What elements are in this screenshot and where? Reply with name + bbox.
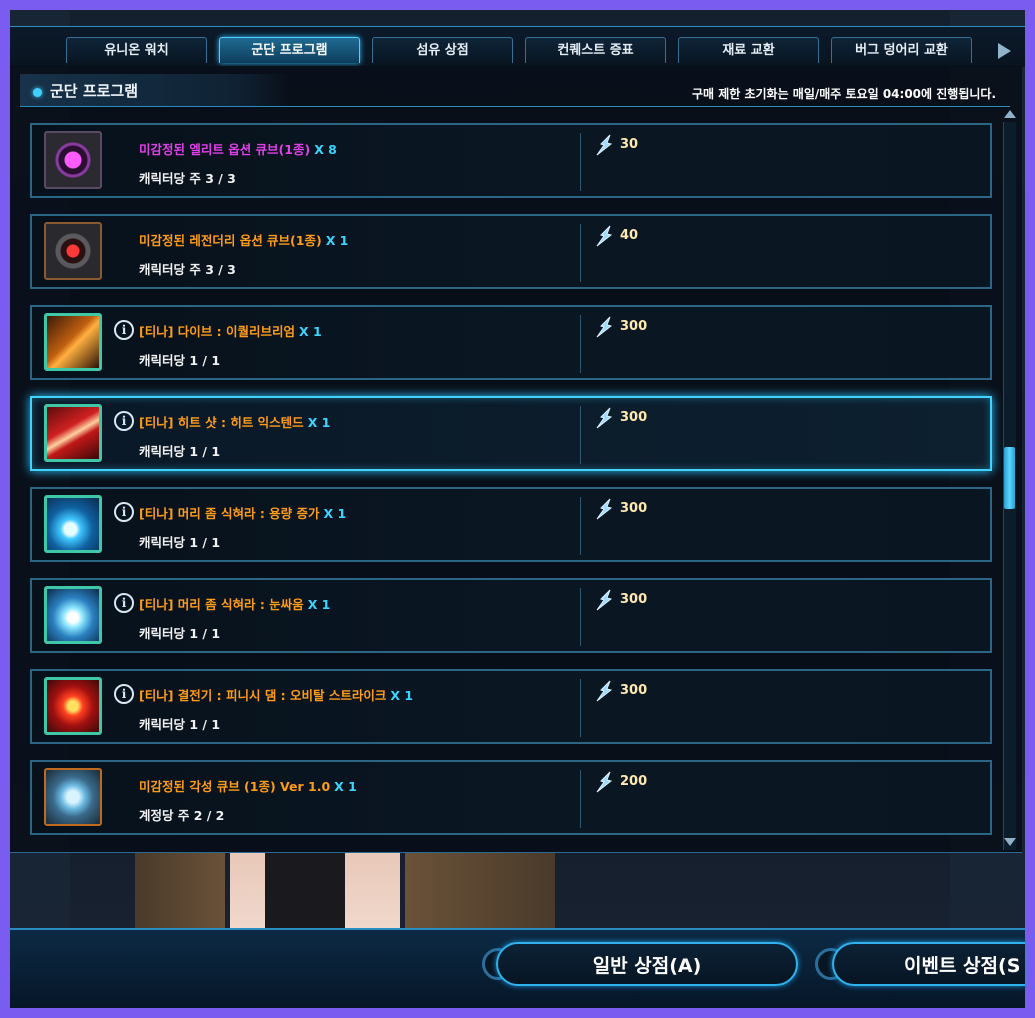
skill-dive-icon xyxy=(44,313,102,371)
character-backdrop xyxy=(135,853,555,928)
shop-item-row[interactable]: i [티나] 머리 좀 식혀라 : 용량 증가 X 1 캐릭터당 1 / 1 30… xyxy=(30,487,992,562)
section-title: 군단 프로그램 xyxy=(50,82,139,100)
reset-notice: 구매 제한 초기화는 매일/매주 토요일 04:00에 진행됩니다. xyxy=(691,87,996,101)
info-icon[interactable]: i xyxy=(114,320,134,340)
item-name: 미감정된 엘리트 옵션 큐브(1종) X 8 xyxy=(139,142,337,157)
skill-snowball-icon xyxy=(44,586,102,644)
shop-item-row[interactable]: i [티나] 결전기 : 피니시 댐 : 오비탈 스트라이크 X 1 캐릭터당 1… xyxy=(30,669,992,744)
tab-material-exchange[interactable]: 재료 교환 xyxy=(678,37,819,63)
general-shop-button[interactable]: 일반 상점(A) xyxy=(496,942,798,986)
shop-item-row[interactable]: 미감정된 각성 큐브 (1종) Ver 1.0 X 1 계정당 주 2 / 2 2… xyxy=(30,760,992,835)
shop-tab-bar: 유니온 워치 군단 프로그램 섬유 상점 컨퀘스트 증표 재료 교환 버그 덩어… xyxy=(10,26,1025,67)
item-purchase-limit: 캐릭터당 1 / 1 xyxy=(139,353,221,368)
row-divider xyxy=(580,588,581,646)
item-name: 미감정된 레전더리 옵션 큐브(1종) X 1 xyxy=(139,233,349,248)
item-price: 300 xyxy=(620,319,648,334)
currency-icon xyxy=(596,225,613,247)
tab-legion-program[interactable]: 군단 프로그램 xyxy=(219,37,360,63)
section-bullet-icon xyxy=(33,88,42,97)
section-divider xyxy=(20,106,1010,107)
item-name: 미감정된 각성 큐브 (1종) Ver 1.0 X 1 xyxy=(139,779,357,794)
item-price: 300 xyxy=(620,683,648,698)
event-shop-button[interactable]: 이벤트 상점(S xyxy=(832,942,1025,986)
row-divider xyxy=(580,406,581,464)
shop-item-row[interactable]: 미감정된 레전더리 옵션 큐브(1종) X 1 캐릭터당 주 3 / 3 40 xyxy=(30,214,992,289)
item-purchase-limit: 캐릭터당 1 / 1 xyxy=(139,535,221,550)
currency-icon xyxy=(596,134,613,156)
item-price: 300 xyxy=(620,410,648,425)
info-icon[interactable]: i xyxy=(114,411,134,431)
shop-item-row[interactable]: i [티나] 다이브 : 이퀄리브리엄 X 1 캐릭터당 1 / 1 300 xyxy=(30,305,992,380)
item-name: [티나] 머리 좀 식혀라 : 눈싸움 X 1 xyxy=(139,597,331,612)
shop-item-row[interactable]: 미감정된 엘리트 옵션 큐브(1종) X 8 캐릭터당 주 3 / 3 30 xyxy=(30,123,992,198)
skill-orbital-strike-icon xyxy=(44,677,102,735)
item-purchase-limit: 캐릭터당 1 / 1 xyxy=(139,626,221,641)
shop-item-row[interactable]: i [티나] 히트 샷 : 히트 익스텐드 X 1 캐릭터당 1 / 1 300 xyxy=(30,396,992,471)
scroll-up-arrow-icon[interactable] xyxy=(1004,110,1016,118)
item-price: 300 xyxy=(620,501,648,516)
currency-icon xyxy=(596,498,613,520)
tab-conquest-token[interactable]: 컨퀘스트 증표 xyxy=(525,37,666,63)
legendary-cube-icon xyxy=(44,222,102,280)
item-name: [티나] 히트 샷 : 히트 익스텐드 X 1 xyxy=(139,415,331,430)
elite-cube-icon xyxy=(44,131,102,189)
currency-icon xyxy=(596,771,613,793)
item-price: 300 xyxy=(620,592,648,607)
item-price: 40 xyxy=(620,228,639,243)
currency-icon xyxy=(596,589,613,611)
currency-icon xyxy=(596,680,613,702)
scrollbar-thumb[interactable] xyxy=(1004,447,1015,509)
item-price: 200 xyxy=(620,774,648,789)
item-purchase-limit: 캐릭터당 주 3 / 3 xyxy=(139,171,236,186)
tab-union-watch[interactable]: 유니온 워치 xyxy=(66,37,207,63)
item-purchase-limit: 캐릭터당 1 / 1 xyxy=(139,444,221,459)
info-icon[interactable]: i xyxy=(114,684,134,704)
item-name: [티나] 다이브 : 이퀄리브리엄 X 1 xyxy=(139,324,322,339)
item-purchase-limit: 계정당 주 2 / 2 xyxy=(139,808,225,823)
currency-icon xyxy=(596,407,613,429)
shop-panel: 군단 프로그램 구매 제한 초기화는 매일/매주 토요일 04:00에 진행됩니… xyxy=(10,66,1022,853)
row-divider xyxy=(580,679,581,737)
row-divider xyxy=(580,770,581,828)
skill-heat-shot-icon xyxy=(44,404,102,462)
row-divider xyxy=(580,224,581,282)
skill-cool-head-icon xyxy=(44,495,102,553)
row-divider xyxy=(580,315,581,373)
awakening-cube-icon xyxy=(44,768,102,826)
scroll-down-arrow-icon[interactable] xyxy=(1004,838,1016,846)
tab-bug-chunk-exchange[interactable]: 버그 덩어리 교환 xyxy=(831,37,972,63)
item-purchase-limit: 캐릭터당 1 / 1 xyxy=(139,717,221,732)
item-name: [티나] 머리 좀 식혀라 : 용량 증가 X 1 xyxy=(139,506,347,521)
row-divider xyxy=(580,497,581,555)
tab-next-arrow-icon[interactable] xyxy=(998,43,1011,59)
item-purchase-limit: 캐릭터당 주 3 / 3 xyxy=(139,262,236,277)
item-name: [티나] 결전기 : 피니시 댐 : 오비탈 스트라이크 X 1 xyxy=(139,688,414,703)
item-price: 30 xyxy=(620,137,639,152)
info-icon[interactable]: i xyxy=(114,502,134,522)
tab-fiber-shop[interactable]: 섬유 상점 xyxy=(372,37,513,63)
shop-item-row[interactable]: i [티나] 머리 좀 식혀라 : 눈싸움 X 1 캐릭터당 1 / 1 300 xyxy=(30,578,992,653)
info-icon[interactable]: i xyxy=(114,593,134,613)
row-divider xyxy=(580,133,581,191)
currency-icon xyxy=(596,316,613,338)
